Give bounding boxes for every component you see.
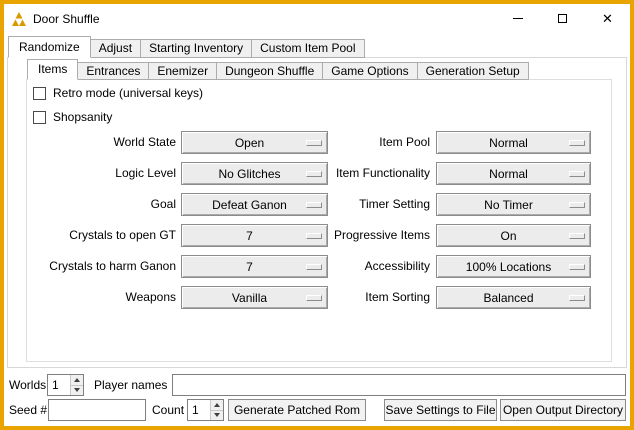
option-row: Weapons Vanilla Item Sorting Balanced (0, 286, 634, 309)
crystals-open-gt-value: 7 (246, 229, 263, 243)
maximize-icon (558, 14, 567, 23)
spin-down-button[interactable] (70, 385, 83, 396)
tab-entrances[interactable]: Entrances (77, 62, 149, 80)
worlds-label: Worlds (9, 374, 46, 396)
dropdown-indicator-icon (569, 140, 585, 146)
seed-label: Seed # (9, 399, 47, 421)
item-pool-value: Normal (489, 136, 538, 150)
count-input[interactable] (188, 400, 210, 420)
spin-down-button[interactable] (210, 410, 223, 421)
timer-setting-value: No Timer (484, 198, 543, 212)
retro-mode-row: Retro mode (universal keys) (33, 85, 203, 101)
worlds-input[interactable] (48, 375, 70, 395)
window-controls: ✕ (495, 4, 630, 33)
retro-mode-checkbox[interactable] (33, 87, 46, 100)
accessibility-value: 100% Locations (466, 260, 561, 274)
dropdown-indicator-icon (569, 233, 585, 239)
close-icon: ✕ (602, 12, 613, 25)
option-row: Logic Level No Glitches Item Functionali… (0, 162, 634, 185)
crystals-harm-ganon-value: 7 (246, 260, 263, 274)
inner-notebook-pane (26, 79, 612, 362)
timer-setting-dropdown[interactable]: No Timer (436, 193, 591, 216)
spinner-arrows (70, 375, 83, 395)
dropdown-indicator-icon (569, 171, 585, 177)
spin-up-button[interactable] (70, 375, 83, 385)
item-sorting-dropdown[interactable]: Balanced (436, 286, 591, 309)
tab-enemizer[interactable]: Enemizer (148, 62, 217, 80)
tab-adjust[interactable]: Adjust (90, 39, 141, 58)
weapons-label: Weapons (26, 286, 176, 309)
seed-row: Seed # Count Generate Patched Rom Save S… (0, 399, 634, 421)
tab-items[interactable]: Items (27, 59, 78, 80)
retro-mode-label: Retro mode (universal keys) (53, 86, 203, 100)
option-row: World State Open Item Pool Normal (0, 131, 634, 154)
arrow-up-icon (74, 378, 80, 382)
dropdown-indicator-icon (569, 295, 585, 301)
arrow-up-icon (214, 403, 220, 407)
progressive-items-label: Progressive Items (285, 224, 430, 247)
minimize-icon (513, 18, 523, 19)
tab-game-options[interactable]: Game Options (322, 62, 417, 80)
open-output-directory-button[interactable]: Open Output Directory (500, 399, 626, 421)
tab-generation-setup[interactable]: Generation Setup (417, 62, 529, 80)
logic-level-value: No Glitches (218, 167, 290, 181)
logic-level-label: Logic Level (26, 162, 176, 185)
save-settings-button[interactable]: Save Settings to File (384, 399, 497, 421)
dropdown-indicator-icon (569, 202, 585, 208)
option-row: Crystals to open GT 7 Progressive Items … (0, 224, 634, 247)
timer-setting-label: Timer Setting (285, 193, 430, 216)
world-state-value: Open (235, 136, 274, 150)
item-functionality-value: Normal (489, 167, 538, 181)
option-row: Goal Defeat Ganon Timer Setting No Timer (0, 193, 634, 216)
tab-dungeon-shuffle[interactable]: Dungeon Shuffle (216, 62, 323, 80)
player-names-label: Player names (94, 374, 167, 396)
titlebar: Door Shuffle ✕ (4, 4, 630, 33)
inner-tabs: Items Entrances Enemizer Dungeon Shuffle… (27, 59, 528, 80)
app-icon (11, 11, 27, 27)
accessibility-label: Accessibility (285, 255, 430, 278)
crystals-harm-ganon-label: Crystals to harm Ganon (26, 255, 176, 278)
shopsanity-row: Shopsanity (33, 109, 112, 125)
maximize-button[interactable] (540, 4, 585, 33)
weapons-value: Vanilla (232, 291, 277, 305)
shopsanity-label: Shopsanity (53, 110, 112, 124)
item-pool-dropdown[interactable]: Normal (436, 131, 591, 154)
arrow-down-icon (214, 413, 220, 417)
app-window: Door Shuffle ✕ Randomize Adjust Starting… (0, 0, 634, 430)
close-button[interactable]: ✕ (585, 4, 630, 33)
dropdown-indicator-icon (569, 264, 585, 270)
item-functionality-label: Item Functionality (285, 162, 430, 185)
accessibility-dropdown[interactable]: 100% Locations (436, 255, 591, 278)
outer-tabs: Randomize Adjust Starting Inventory Cust… (8, 36, 364, 58)
progressive-items-dropdown[interactable]: On (436, 224, 591, 247)
arrow-down-icon (74, 388, 80, 392)
world-state-label: World State (26, 131, 176, 154)
count-label: Count (152, 399, 184, 421)
tab-randomize[interactable]: Randomize (8, 36, 91, 58)
seed-input[interactable] (48, 399, 146, 421)
item-sorting-label: Item Sorting (285, 286, 430, 309)
tab-custom-item-pool[interactable]: Custom Item Pool (251, 39, 364, 58)
minimize-button[interactable] (495, 4, 540, 33)
progressive-items-value: On (500, 229, 526, 243)
item-pool-label: Item Pool (285, 131, 430, 154)
window-title: Door Shuffle (33, 12, 100, 26)
spinner-arrows (210, 400, 223, 420)
option-row: Crystals to harm Ganon 7 Accessibility 1… (0, 255, 634, 278)
spin-up-button[interactable] (210, 400, 223, 410)
item-sorting-value: Balanced (483, 291, 543, 305)
item-functionality-dropdown[interactable]: Normal (436, 162, 591, 185)
shopsanity-checkbox[interactable] (33, 111, 46, 124)
tab-starting-inventory[interactable]: Starting Inventory (140, 39, 252, 58)
count-spinner (187, 399, 224, 421)
player-names-input[interactable] (172, 374, 626, 396)
generate-patched-rom-button[interactable]: Generate Patched Rom (228, 399, 366, 421)
worlds-row: Worlds Player names (0, 374, 634, 396)
goal-label: Goal (26, 193, 176, 216)
worlds-spinner (47, 374, 84, 396)
crystals-open-gt-label: Crystals to open GT (26, 224, 176, 247)
